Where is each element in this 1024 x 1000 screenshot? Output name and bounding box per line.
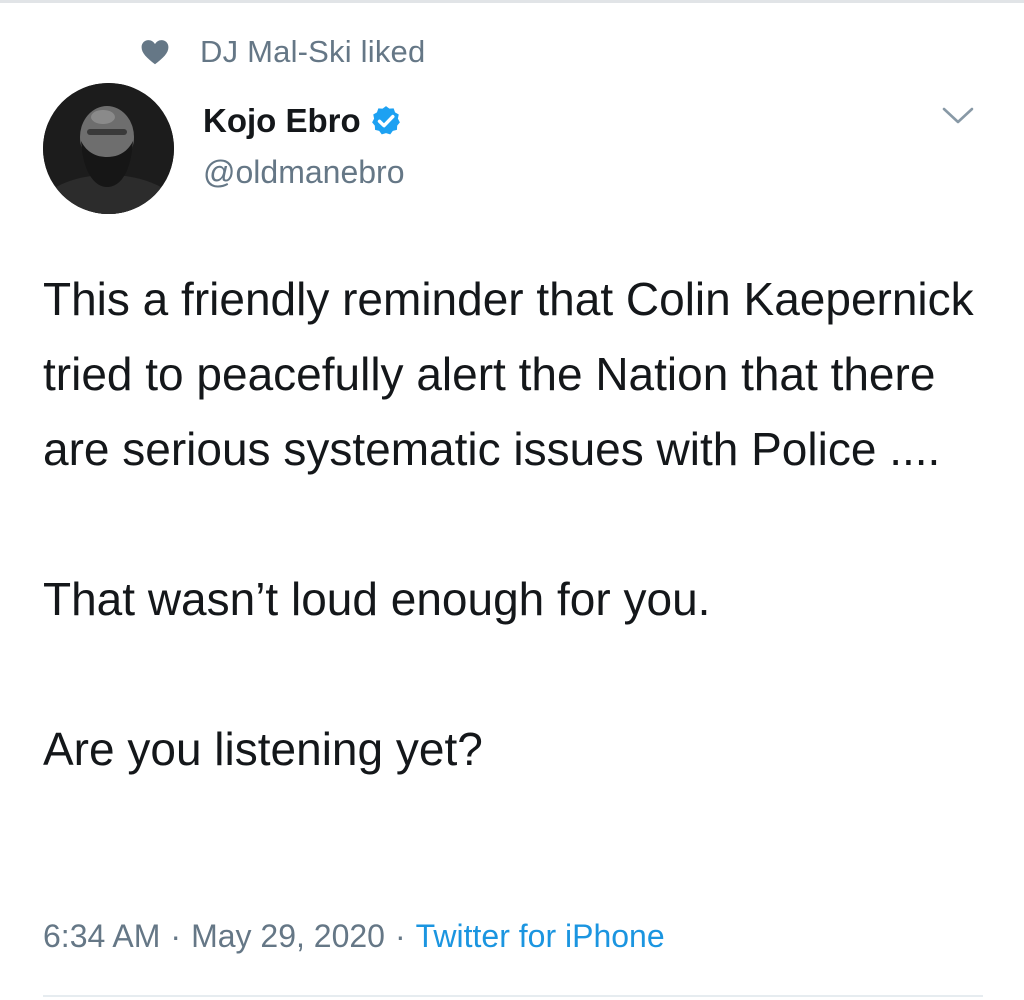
tweet-source-link[interactable]: Twitter for iPhone — [416, 918, 665, 954]
bottom-divider — [43, 995, 983, 997]
tweet-paragraph: That wasn’t loud enough for you. — [43, 573, 711, 625]
liked-by-text: DJ Mal-Ski liked — [200, 34, 426, 69]
author-block[interactable]: Kojo Ebro @oldmanebro — [203, 98, 404, 191]
tweet-time[interactable]: 6:34 AM — [43, 918, 160, 954]
verified-badge-icon — [369, 104, 403, 138]
tweet-date[interactable]: May 29, 2020 — [191, 918, 385, 954]
chevron-down-icon[interactable] — [940, 104, 976, 128]
heart-icon — [140, 38, 170, 66]
tweet-paragraph: This a friendly reminder that Colin Kaep… — [43, 273, 974, 475]
avatar-photo — [43, 83, 174, 214]
meta-separator: · — [170, 918, 182, 954]
tweet-paragraph: Are you listening yet? — [43, 723, 483, 775]
tweet-text: This a friendly reminder that Colin Kaep… — [43, 262, 1003, 787]
social-context[interactable]: DJ Mal-Ski liked — [140, 30, 425, 74]
author-handle[interactable]: @oldmanebro — [203, 154, 404, 191]
meta-separator: · — [394, 918, 406, 954]
avatar[interactable] — [43, 83, 174, 214]
author-display-name[interactable]: Kojo Ebro — [203, 102, 361, 140]
tweet-metadata: 6:34 AM · May 29, 2020 · Twitter for iPhone — [43, 918, 665, 955]
top-divider — [0, 0, 1024, 3]
